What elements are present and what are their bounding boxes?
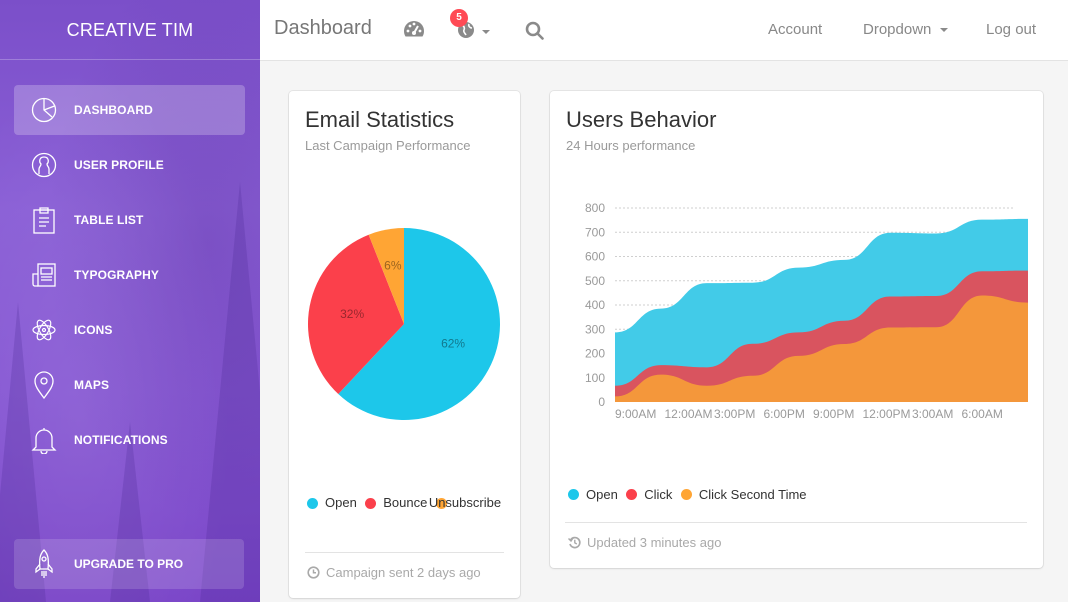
page-title[interactable]: Dashboard bbox=[274, 17, 372, 40]
card-footer-stats: Campaign sent 2 days ago bbox=[307, 565, 481, 580]
legend-item-open: Open bbox=[307, 488, 357, 518]
x-tick-label: 9:00PM bbox=[813, 407, 854, 421]
bell-icon bbox=[30, 426, 58, 454]
sidebar-item-label: TYPOGRAPHY bbox=[74, 268, 160, 282]
pie-chart: 62% 32% 6% bbox=[308, 228, 500, 420]
legend-item-bounce: Bounce bbox=[365, 488, 427, 518]
legend-label: Unsubscribe bbox=[428, 495, 502, 510]
atom-icon bbox=[30, 316, 58, 344]
sidebar-item-label: USER PROFILE bbox=[74, 158, 164, 172]
x-tick-label: 6:00PM bbox=[764, 407, 805, 421]
y-tick-label: 700 bbox=[585, 225, 605, 239]
legend-label: Click Second Time bbox=[698, 487, 807, 502]
y-tick-label: 800 bbox=[585, 201, 605, 215]
card-category: 24 Hours performance bbox=[566, 138, 696, 153]
pie-data-label: 62% bbox=[441, 336, 465, 350]
pie-data-label: 6% bbox=[384, 259, 402, 273]
divider bbox=[565, 522, 1027, 523]
legend-label: Open bbox=[586, 487, 618, 502]
sidebar-item-typography[interactable]: TYPOGRAPHY bbox=[14, 250, 245, 300]
x-tick-label: 12:00PM bbox=[863, 407, 911, 421]
legend-label: Click bbox=[644, 487, 673, 502]
legend-dot bbox=[626, 489, 638, 500]
area-chart: 01002003004005006007008009:00AM 12:00AM 3:… bbox=[585, 201, 1028, 421]
footer-text: Updated 3 minutes ago bbox=[587, 535, 722, 550]
sidebar-nav: DASHBOARD USER PROFILE TABLE LIST TYPOGR… bbox=[0, 85, 260, 465]
clipboard-icon bbox=[30, 206, 58, 234]
news-icon bbox=[30, 261, 58, 289]
legend-dot bbox=[307, 497, 318, 509]
dashboard-gauge-icon[interactable] bbox=[403, 20, 425, 43]
sidebar: CREATIVE TIM DASHBOARD USER PROFILE TABL… bbox=[0, 0, 260, 602]
account-link[interactable]: Account bbox=[768, 21, 822, 38]
dropdown-menu[interactable]: Dropdown bbox=[863, 21, 948, 38]
sidebar-item-label: NOTIFICATIONS bbox=[74, 433, 168, 447]
sidebar-item-icons[interactable]: ICONS bbox=[14, 305, 245, 355]
legend-dot bbox=[680, 489, 692, 500]
sidebar-item-dashboard[interactable]: DASHBOARD bbox=[14, 85, 245, 135]
map-pin-icon bbox=[30, 371, 58, 399]
card-title: Email Statistics bbox=[305, 107, 455, 132]
email-statistics-card: Email Statistics Last Campaign Performan… bbox=[289, 91, 520, 598]
sidebar-item-label: ICONS bbox=[74, 323, 113, 337]
y-tick-label: 300 bbox=[585, 322, 605, 336]
y-tick-label: 600 bbox=[585, 250, 605, 264]
card-category: Last Campaign Performance bbox=[305, 138, 471, 153]
pie-legend: Open Bounce Unsubscribe bbox=[307, 488, 507, 520]
legend-dot bbox=[568, 489, 579, 500]
y-tick-label: 200 bbox=[585, 347, 605, 361]
x-tick-label: 12:00AM bbox=[665, 407, 713, 421]
y-tick-label: 500 bbox=[585, 274, 605, 288]
rocket-icon bbox=[30, 549, 58, 578]
chevron-down-icon[interactable] bbox=[482, 30, 490, 34]
y-tick-label: 100 bbox=[585, 371, 605, 385]
x-tick-label: 3:00AM bbox=[912, 407, 953, 421]
legend-label: Bounce bbox=[383, 495, 428, 510]
sidebar-item-label: DASHBOARD bbox=[74, 103, 153, 117]
footer-text: Campaign sent 2 days ago bbox=[326, 565, 481, 580]
pie-data-label: 32% bbox=[340, 307, 364, 321]
user-icon bbox=[30, 151, 58, 179]
top-navbar: Dashboard 5 Account Dropdown Log out bbox=[260, 0, 1068, 61]
y-tick-label: 0 bbox=[598, 395, 605, 409]
clock-icon bbox=[307, 566, 320, 579]
x-tick-label: 9:00AM bbox=[615, 407, 656, 421]
area-legend: Open Click Click Second Time bbox=[568, 487, 811, 505]
card-footer-stats: Updated 3 minutes ago bbox=[568, 535, 721, 550]
dropdown-label: Dropdown bbox=[863, 21, 932, 38]
legend-item-click-second-time: Click Second Time bbox=[680, 487, 807, 502]
notification-badge: 5 bbox=[450, 9, 468, 27]
sidebar-item-label: TABLE LIST bbox=[74, 213, 144, 227]
sidebar-item-user-profile[interactable]: USER PROFILE bbox=[14, 140, 245, 190]
divider bbox=[305, 552, 504, 553]
x-tick-label: 3:00PM bbox=[714, 407, 755, 421]
y-tick-label: 400 bbox=[585, 298, 605, 312]
legend-dot bbox=[365, 497, 377, 509]
search-icon[interactable] bbox=[525, 21, 544, 45]
sidebar-item-maps[interactable]: MAPS bbox=[14, 360, 245, 410]
users-behavior-card: Users Behavior 24 Hours performance 0 100… bbox=[550, 91, 1043, 568]
history-icon bbox=[568, 536, 581, 549]
sidebar-item-notifications[interactable]: NOTIFICATIONS bbox=[14, 415, 245, 465]
card-title: Users Behavior bbox=[566, 107, 717, 132]
logout-link[interactable]: Log out bbox=[986, 21, 1036, 38]
x-tick-label: 6:00AM bbox=[962, 407, 1003, 421]
legend-label: Open bbox=[325, 495, 357, 510]
pie-chart-icon bbox=[30, 96, 58, 124]
upgrade-label: UPGRADE TO PRO bbox=[74, 557, 184, 571]
sidebar-item-label: MAPS bbox=[74, 378, 110, 392]
chevron-down-icon bbox=[939, 28, 948, 33]
brand-logo[interactable]: CREATIVE TIM bbox=[0, 0, 260, 60]
legend-item-click: Click bbox=[626, 487, 672, 502]
legend-item-open: Open bbox=[568, 487, 618, 502]
legend-item-unsubscribe: Unsubscribe bbox=[429, 488, 501, 518]
sidebar-item-table-list[interactable]: TABLE LIST bbox=[14, 195, 245, 245]
upgrade-to-pro-button[interactable]: UPGRADE TO PRO bbox=[14, 539, 244, 589]
